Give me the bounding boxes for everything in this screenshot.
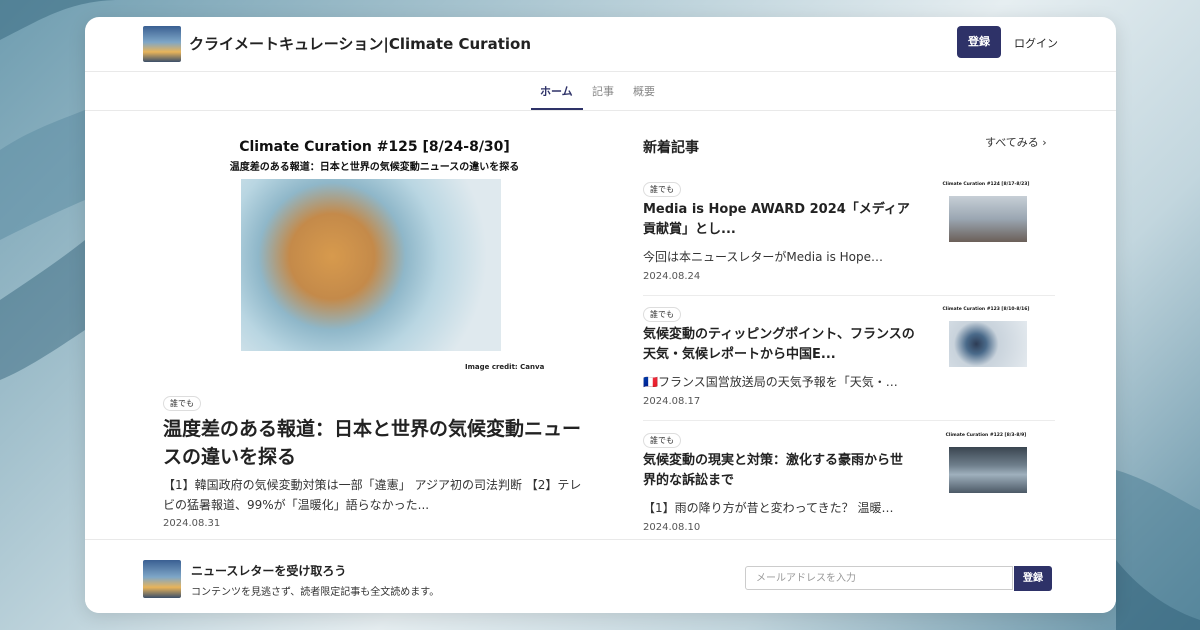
article-thumbnail[interactable]: Climate Curation #123 [8/10-8/16]: [929, 307, 1043, 375]
article-thumbnail[interactable]: Climate Curation #124 [8/17-8/23]: [929, 182, 1043, 250]
site-title[interactable]: クライメートキュレーション|Climate Curation: [189, 33, 531, 54]
audience-badge: 誰でも: [643, 182, 681, 197]
page-card: クライメートキュレーション|Climate Curation 登録 ログイン ホ…: [85, 17, 1116, 613]
featured-date: 2024.08.31: [163, 518, 221, 529]
nav-tabs: ホーム 記事 概要: [85, 72, 1116, 111]
newsletter-logo: [143, 560, 181, 598]
tab-about[interactable]: 概要: [633, 83, 655, 99]
globe-photo: [241, 179, 501, 351]
newsletter-subtitle: コンテンツを見逃さず、読者限定記事も全文読めます。: [191, 587, 440, 598]
newsletter-title: ニュースレターを受け取ろう: [191, 564, 347, 578]
article-excerpt: 【1】雨の降り方が昔と変わってきた？ 温暖…: [643, 501, 894, 515]
thumbnail-photo: [949, 447, 1027, 493]
register-button[interactable]: 登録: [957, 26, 1001, 58]
site-header: クライメートキュレーション|Climate Curation 登録 ログイン: [85, 17, 1116, 72]
active-tab-indicator: [531, 108, 583, 110]
article-excerpt: 🇫🇷フランス国営放送局の天気予報を「天気・…: [643, 375, 898, 389]
see-all-link[interactable]: すべてみる ›: [985, 134, 1047, 150]
article-date: 2024.08.17: [643, 396, 701, 407]
newsletter-footer: ニュースレターを受け取ろう コンテンツを見逃さず、読者限定記事も全文読めます。 …: [85, 539, 1116, 613]
thumbnail-title: Climate Curation #123 [8/10-8/16]: [942, 307, 1030, 312]
thumbnail-photo: [949, 196, 1027, 242]
article-title[interactable]: 気候変動のティッピングポイント、フランスの天気・気候レポートから中国E...: [643, 325, 915, 365]
tab-articles[interactable]: 記事: [592, 83, 614, 99]
article-item[interactable]: 誰でも 気候変動の現実と対策：激化する豪雨から世界的な訴訟まで 【1】雨の降り方…: [643, 433, 1055, 543]
subscribe-button[interactable]: 登録: [1014, 566, 1052, 591]
article-item[interactable]: 誰でも 気候変動のティッピングポイント、フランスの天気・気候レポートから中国E.…: [643, 307, 1055, 417]
thumbnail-title: Climate Curation #122 [8/3-8/9]: [945, 433, 1027, 438]
featured-title[interactable]: 温度差のある報道：日本と世界の気候変動ニュースの違いを探る: [163, 415, 593, 471]
featured-image-subtitle: 温度差のある報道：日本と世界の気候変動ニュースの違いを探る: [229, 162, 520, 173]
article-title[interactable]: Media is Hope AWARD 2024「メディア貢献賞」とし...: [643, 200, 915, 240]
article-thumbnail[interactable]: Climate Curation #122 [8/3-8/9]: [929, 433, 1043, 501]
featured-image-title: Climate Curation #125 [8/24-8/30]: [239, 139, 510, 155]
audience-badge: 誰でも: [643, 433, 681, 448]
article-date: 2024.08.10: [643, 522, 701, 533]
article-item[interactable]: 誰でも Media is Hope AWARD 2024「メディア貢献賞」とし.…: [643, 182, 1055, 292]
featured-image[interactable]: Climate Curation #125 [8/24-8/30] 温度差のある…: [147, 135, 602, 375]
article-date: 2024.08.24: [643, 271, 701, 282]
image-credit: Image credit: Canva: [465, 363, 545, 371]
article-excerpt: 今回は本ニュースレターがMedia is Hope…: [643, 250, 884, 264]
featured-excerpt: 【1】韓国政府の気候変動対策は一部「違憲」 アジア初の司法判断 【2】テレビの猛…: [163, 478, 582, 512]
divider: [643, 295, 1055, 296]
site-logo[interactable]: [143, 26, 181, 62]
login-link[interactable]: ログイン: [1014, 35, 1058, 51]
audience-badge: 誰でも: [643, 307, 681, 322]
article-title[interactable]: 気候変動の現実と対策：激化する豪雨から世界的な訴訟まで: [643, 451, 915, 491]
tab-home[interactable]: ホーム: [540, 83, 573, 99]
divider: [643, 420, 1055, 421]
email-input[interactable]: [745, 566, 1013, 590]
latest-articles-heading: 新着記事: [643, 140, 699, 156]
thumbnail-photo: [949, 321, 1027, 367]
audience-badge: 誰でも: [163, 396, 201, 411]
thumbnail-title: Climate Curation #124 [8/17-8/23]: [942, 182, 1030, 187]
